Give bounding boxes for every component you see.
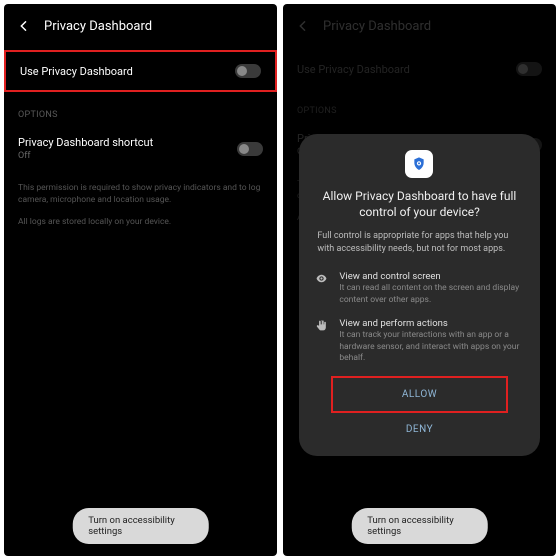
perm-desc: It can read all content on the screen an… bbox=[339, 283, 523, 306]
hand-icon bbox=[315, 319, 329, 364]
deny-button[interactable]: DENY bbox=[313, 413, 525, 446]
dialog-title: Allow Privacy Dashboard to have full con… bbox=[313, 188, 525, 230]
perm-title: View and perform actions bbox=[339, 318, 523, 329]
shortcut-label: Privacy Dashboard shortcut bbox=[18, 136, 153, 149]
toggle-label: Use Privacy Dashboard bbox=[297, 63, 410, 76]
screen-left: Privacy Dashboard Use Privacy Dashboard … bbox=[4, 4, 277, 556]
app-icon bbox=[405, 150, 433, 178]
use-privacy-dashboard-row[interactable]: Use Privacy Dashboard bbox=[4, 50, 277, 92]
screen-right: Privacy Dashboard Use Privacy Dashboard … bbox=[283, 4, 556, 556]
permission-dialog: Allow Privacy Dashboard to have full con… bbox=[299, 134, 539, 457]
permission-description: This permission is required to show priv… bbox=[4, 173, 277, 217]
back-icon[interactable] bbox=[16, 18, 32, 34]
perm-desc: It can track your interactions with an a… bbox=[339, 330, 523, 364]
header: Privacy Dashboard bbox=[4, 4, 277, 50]
shortcut-row[interactable]: Privacy Dashboard shortcut Off bbox=[4, 124, 277, 173]
dialog-body: Full control is appropriate for apps tha… bbox=[313, 230, 525, 265]
use-privacy-dashboard-row: Use Privacy Dashboard bbox=[283, 50, 556, 88]
toggle-switch bbox=[516, 62, 542, 76]
eye-icon bbox=[315, 272, 329, 306]
turn-on-accessibility-button[interactable]: Turn on accessibility settings bbox=[351, 508, 488, 544]
section-options: OPTIONS bbox=[283, 88, 556, 120]
back-icon bbox=[295, 18, 311, 34]
toggle-switch[interactable] bbox=[235, 64, 261, 78]
logs-description: All logs are stored locally on your devi… bbox=[4, 217, 277, 239]
section-options: OPTIONS bbox=[4, 92, 277, 124]
shortcut-sub: Off bbox=[18, 151, 153, 161]
allow-button[interactable]: ALLOW bbox=[331, 376, 507, 413]
toggle-label: Use Privacy Dashboard bbox=[20, 65, 133, 78]
page-title: Privacy Dashboard bbox=[323, 19, 431, 34]
perm-title: View and control screen bbox=[339, 271, 523, 282]
header: Privacy Dashboard bbox=[283, 4, 556, 50]
perm-view-control: View and control screen It can read all … bbox=[313, 265, 525, 312]
perm-perform-actions: View and perform actions It can track yo… bbox=[313, 312, 525, 370]
page-title: Privacy Dashboard bbox=[44, 19, 152, 34]
toggle-switch[interactable] bbox=[237, 142, 263, 156]
turn-on-accessibility-button[interactable]: Turn on accessibility settings bbox=[72, 508, 209, 544]
